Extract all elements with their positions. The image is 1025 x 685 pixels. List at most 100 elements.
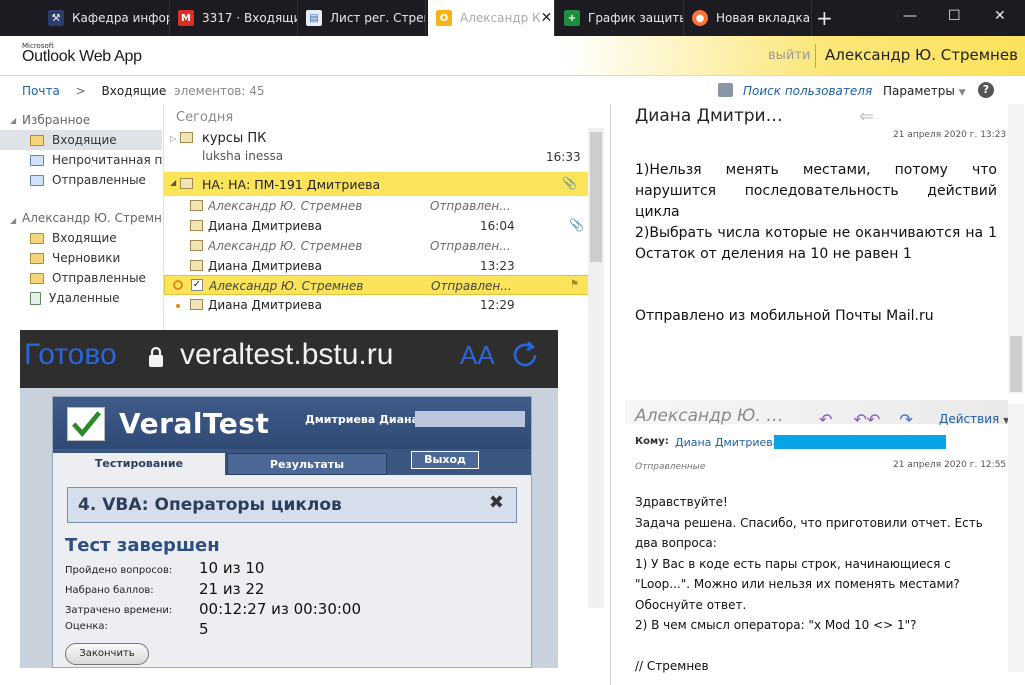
list-item[interactable]: Диана Дмитриева 12:29 xyxy=(164,295,589,315)
maximize-icon[interactable]: ☐ xyxy=(948,8,961,24)
tab-results: Результаты xyxy=(227,453,387,475)
test-finished: Тест завершен xyxy=(65,535,220,556)
reply-all-icon[interactable]: ↶↶ xyxy=(854,410,881,429)
header-divider xyxy=(815,44,816,68)
mail-icon xyxy=(190,299,203,310)
scroll-thumb[interactable] xyxy=(1010,336,1022,392)
list-item[interactable]: Александр Ю. Стремнев Отправлен... xyxy=(164,236,589,256)
favorites-header[interactable]: Избранное xyxy=(22,113,90,127)
minimize-icon[interactable]: — xyxy=(903,8,917,24)
document-icon: ▤ xyxy=(306,10,322,26)
text-size-icon: AA xyxy=(460,340,495,370)
new-tab-button[interactable]: + xyxy=(816,6,833,30)
user-name[interactable]: Александр Ю. Стремнев xyxy=(825,46,1018,64)
message-sender-2: Александр Ю. … xyxy=(635,406,784,426)
reply-icon[interactable]: ↶ xyxy=(819,410,832,429)
actions-menu[interactable]: Действия ▼ xyxy=(939,412,1009,426)
folder-fav-unread[interactable]: Непрочитанная почта xyxy=(0,150,162,170)
folder-fav-sent[interactable]: Отправленные xyxy=(0,170,162,190)
to-recipient[interactable]: Диана Дмитриева xyxy=(675,436,779,449)
breadcrumb: Почта > Входящие элементов: 45 xyxy=(22,84,265,98)
collapse-icon[interactable]: ◢ xyxy=(10,216,16,225)
redacted-box xyxy=(415,411,525,427)
test-title: 4. VBA: Операторы циклов xyxy=(78,495,342,515)
mail-icon xyxy=(190,220,203,231)
message-list-scrollbar[interactable] xyxy=(588,128,604,608)
breadcrumb-mail[interactable]: Почта xyxy=(22,84,60,98)
expand-icon[interactable]: ▷ xyxy=(170,134,176,143)
folder-fav-inbox[interactable]: Входящие xyxy=(0,130,162,150)
thread-node-icon xyxy=(173,280,183,290)
message-date-2: 21 апреля 2020 г. 12:55 xyxy=(893,460,1007,470)
tab-exit: Выход xyxy=(411,451,479,469)
logout-link[interactable]: выйти xyxy=(768,48,810,63)
message-body-2: Здравствуйте! Задача решена. Спасибо, чт… xyxy=(635,495,983,673)
list-item[interactable]: Диана Дмитриева 16:04 📎 xyxy=(164,216,589,236)
browser-tab-gmail[interactable]: M 3317 · Входящие xyxy=(170,0,298,36)
find-people-link[interactable]: Поиск пользователя xyxy=(743,84,872,98)
close-tab-icon[interactable]: ✕ xyxy=(541,10,553,26)
browser-tab-document[interactable]: ▤ Лист рег. Стремн xyxy=(298,0,426,36)
school-icon: ⚒ xyxy=(48,10,64,26)
reply-actions: ↶ ↶↶ ↷ xyxy=(819,410,913,429)
browser-tab-new[interactable]: ● Новая вкладка xyxy=(684,0,812,36)
list-item-selected[interactable]: ✓ Александр Ю. Стремнев Отправлен... ⚑ xyxy=(164,275,589,295)
breadcrumb-folder: Входящие xyxy=(101,84,167,98)
conversation-icon xyxy=(180,178,193,189)
inbox-icon xyxy=(30,134,44,146)
collapse-icon[interactable]: ◢ xyxy=(170,178,176,187)
drafts-icon xyxy=(30,252,44,264)
chevron-right-icon: > xyxy=(75,84,86,98)
lock-icon xyxy=(149,346,163,367)
stat-value: 21 из 22 xyxy=(199,580,265,598)
sent-icon xyxy=(30,272,44,284)
gmail-icon: M xyxy=(178,10,194,26)
scroll-thumb[interactable] xyxy=(590,132,602,262)
collapse-icon[interactable]: ◢ xyxy=(10,116,16,125)
finish-button: Закончить xyxy=(65,643,149,665)
folder-drafts[interactable]: Черновики xyxy=(0,248,162,268)
attachment-icon: 📎 xyxy=(569,218,584,232)
firefox-icon: ● xyxy=(692,10,708,26)
chevron-down-icon: ▼ xyxy=(958,88,966,98)
folder-label: Отправленные xyxy=(635,462,706,472)
nav-strip: Почта > Входящие элементов: 45 Поиск пол… xyxy=(0,78,1025,104)
mailbox-header[interactable]: Александр Ю. Стремнев xyxy=(22,211,162,225)
message-date: 21 апреля 2020 г. 13:23 xyxy=(893,130,1007,140)
reply-all-icon[interactable]: ⇐ xyxy=(859,106,874,127)
sent-mail-icon xyxy=(190,200,203,211)
mail-icon xyxy=(190,260,203,271)
reading-scrollbar[interactable] xyxy=(1008,104,1024,394)
browser-tab-outlook[interactable]: O Александр К ✕ xyxy=(428,0,555,36)
mobile-signature: Отправлено из мобильной Почты Mail.ru xyxy=(635,308,934,324)
conversation-header[interactable]: ◢ НА: НА: ПМ-191 Дмитриева 📎 xyxy=(164,172,589,196)
list-item[interactable]: Диана Дмитриева 13:23 xyxy=(164,256,589,276)
flag-icon[interactable]: ⚑ xyxy=(570,279,579,290)
options-menu[interactable]: Параметры ▼ xyxy=(883,84,966,98)
veraltest-tabs: Тестирование Результаты Выход xyxy=(53,449,531,475)
list-item[interactable]: Александр Ю. Стремнев Отправлен... xyxy=(164,196,589,216)
trash-icon xyxy=(30,291,41,305)
sent-mail-icon xyxy=(190,240,203,251)
browser-tab-kafedra[interactable]: ⚒ Кафедра инфор xyxy=(40,0,170,36)
reading-scrollbar-2[interactable] xyxy=(1008,404,1024,672)
folder-sent[interactable]: Отправленные xyxy=(0,268,162,288)
stat-label: Набрано баллов: xyxy=(65,585,154,596)
veraltest-header: VeralTest Дмитриева Диана xyxy=(53,397,531,449)
stat-value: 10 из 10 xyxy=(199,559,265,577)
stat-value: 00:12:27 из 00:30:00 xyxy=(199,600,361,618)
list-item[interactable]: ▷ курсы ПК luksha inessa 16:33 xyxy=(164,128,589,168)
attachment-icon: 📎 xyxy=(562,176,577,190)
checkmark-icon xyxy=(67,407,105,441)
address-book-icon[interactable] xyxy=(718,83,733,97)
browser-tab-sheets[interactable]: + График защиты xyxy=(556,0,684,36)
stat-value: 5 xyxy=(199,620,209,638)
folder-inbox[interactable]: Входящие xyxy=(0,228,162,248)
close-window-icon[interactable]: ✕ xyxy=(994,8,1006,24)
stat-label: Пройдено вопросов: xyxy=(65,565,173,576)
forward-icon[interactable]: ↷ xyxy=(899,410,912,429)
stat-label: Оценка: xyxy=(65,621,108,632)
checkbox[interactable]: ✓ xyxy=(191,279,203,291)
help-icon[interactable]: ? xyxy=(978,82,994,98)
folder-deleted[interactable]: Удаленные xyxy=(0,288,162,308)
